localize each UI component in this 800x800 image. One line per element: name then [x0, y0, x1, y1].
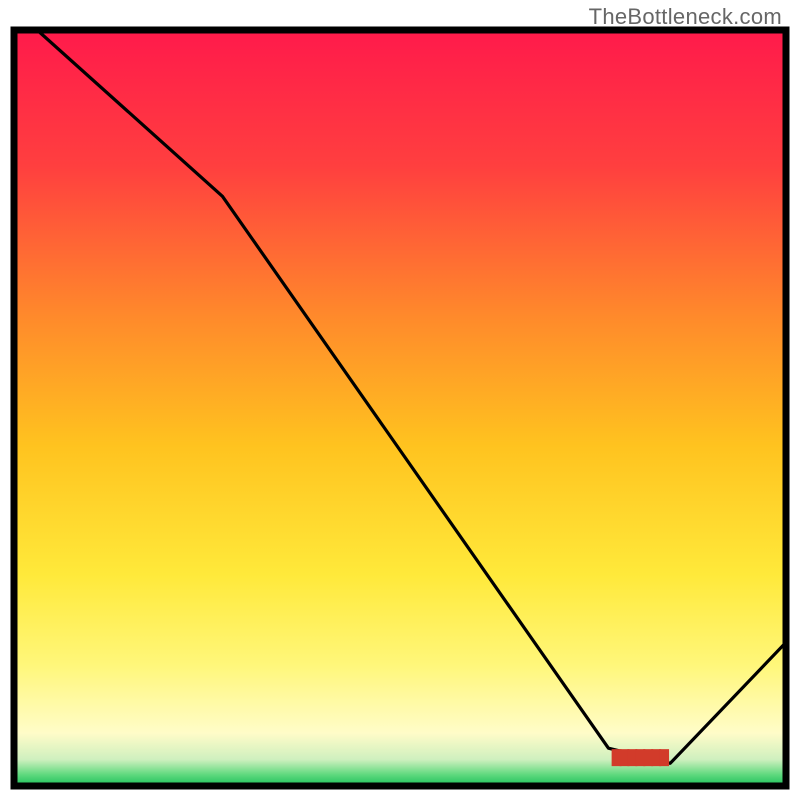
bottleneck-chart: ███████ — [0, 0, 800, 800]
min-label: ███████ — [612, 749, 670, 767]
gradient-background — [14, 30, 786, 786]
chart-stage: TheBottleneck.com ███████ — [0, 0, 800, 800]
